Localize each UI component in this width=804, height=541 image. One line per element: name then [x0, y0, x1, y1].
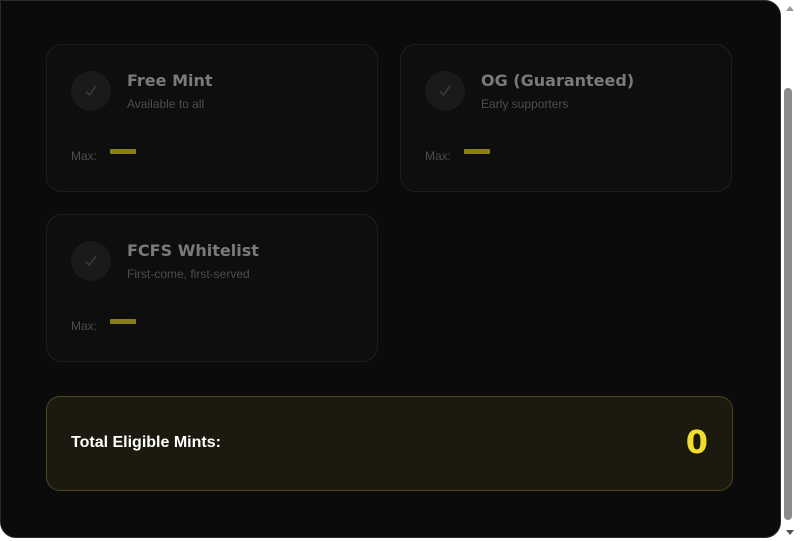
max-value-placeholder [464, 149, 490, 154]
total-eligible-panel: Total Eligible Mints: 0 [46, 396, 733, 491]
max-value-placeholder [110, 319, 136, 324]
tier-card-og: OG (Guaranteed) Early supporters Max: [400, 44, 732, 192]
tier-subtitle: Available to all [127, 97, 205, 111]
total-eligible-label: Total Eligible Mints: [71, 434, 221, 451]
eligibility-modal: Free Mint Available to all Max: OG (Guar… [0, 0, 781, 538]
chevron-down-icon[interactable] [786, 530, 794, 535]
chevron-up-icon[interactable] [786, 6, 794, 11]
tier-title: OG (Guaranteed) [481, 71, 635, 90]
tier-subtitle: First-come, first-served [127, 267, 250, 281]
vertical-scrollbar[interactable] [781, 0, 804, 541]
tier-title: FCFS Whitelist [127, 241, 259, 260]
tier-card-free-mint: Free Mint Available to all Max: [46, 44, 378, 192]
max-label: Max: [71, 319, 98, 333]
tier-title: Free Mint [127, 71, 213, 90]
tier-subtitle: Early supporters [481, 97, 569, 111]
total-eligible-value: 0 [685, 423, 708, 461]
check-icon [71, 71, 111, 111]
check-icon [71, 241, 111, 281]
tier-card-fcfs: FCFS Whitelist First-come, first-served … [46, 214, 378, 362]
max-label: Max: [425, 149, 452, 163]
check-icon [425, 71, 465, 111]
scrollbar-thumb[interactable] [784, 88, 792, 520]
max-value-placeholder [110, 149, 136, 154]
max-label: Max: [71, 149, 98, 163]
